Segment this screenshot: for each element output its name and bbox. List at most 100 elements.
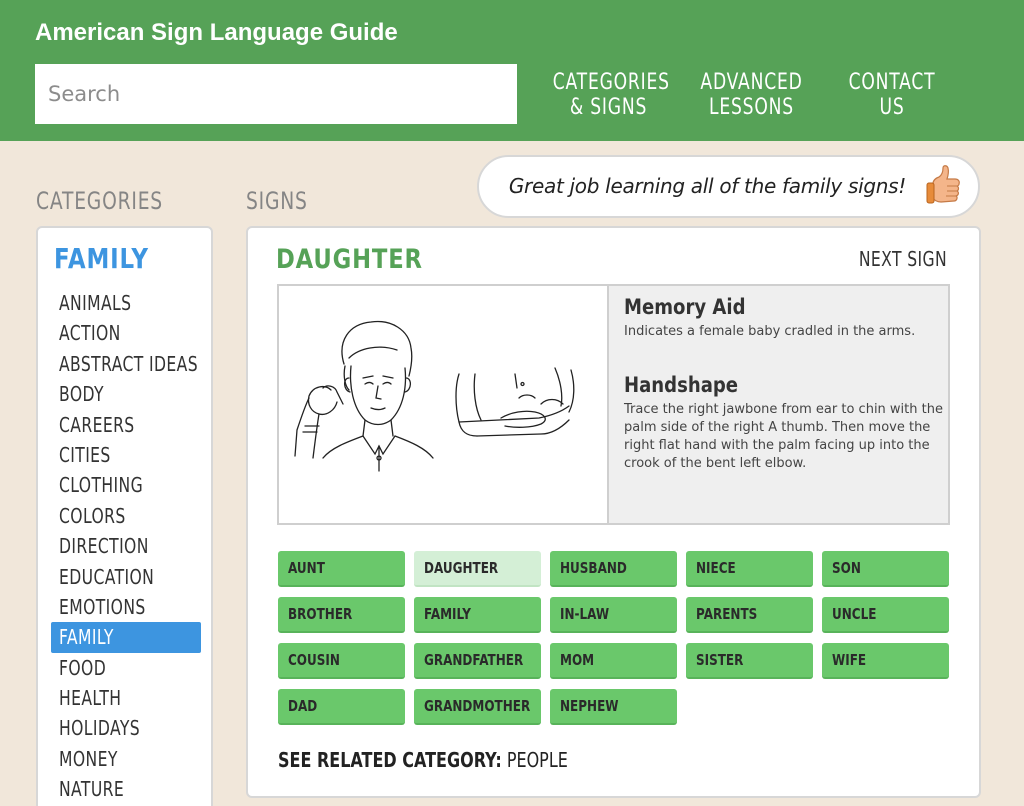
sign-button-label: GRANDMOTHER	[424, 697, 531, 715]
signs-panel: DAUGHTER NEXT SIGN Memory Aid Indicates …	[246, 226, 981, 798]
category-label: HOLIDAYS	[59, 716, 141, 741]
memory-aid-text: Indicates a female baby cradled in the a…	[624, 324, 916, 339]
daughter-sign-drawing	[294, 320, 575, 472]
nav-label-line1: CONTACT	[848, 70, 936, 95]
sign-button-label: PARENTS	[696, 605, 758, 623]
category-item[interactable]: BODY	[51, 379, 201, 409]
category-item[interactable]: CLOTHING	[51, 470, 201, 500]
thumbs-up-icon	[926, 165, 960, 204]
category-item[interactable]: CAREERS	[51, 410, 201, 440]
category-item[interactable]: ANIMALS	[51, 288, 201, 318]
category-item[interactable]: ABSTRACT IDEAS	[51, 349, 201, 379]
category-item[interactable]: EMOTIONS	[51, 592, 201, 622]
category-label: EMOTIONS	[59, 594, 146, 619]
praise-text: Great job learning all of the family sig…	[508, 174, 906, 198]
category-label: CLOTHING	[59, 473, 144, 498]
sign-button[interactable]: NIECE	[686, 551, 813, 587]
current-category-title: FAMILY	[54, 242, 149, 275]
category-label: CAREERS	[59, 412, 135, 437]
nav-label-line2: & SIGNS	[569, 95, 648, 120]
category-item[interactable]: HEALTH	[51, 683, 201, 713]
nav-advanced-lessons[interactable]: ADVANCED LESSONS	[700, 70, 804, 120]
sign-button-label: DAUGHTER	[424, 559, 499, 577]
nav-label-line1: ADVANCED	[700, 70, 803, 95]
sign-button-label: FAMILY	[424, 605, 471, 623]
handshape-heading: Handshape	[624, 373, 739, 397]
sign-button-label: SON	[832, 559, 861, 577]
sign-button[interactable]: FAMILY	[414, 597, 541, 633]
category-item[interactable]: COLORS	[51, 501, 201, 531]
sign-buttons-grid: AUNT DAUGHTER HUSBAND NIECE SON BROTHER FAMILY…	[278, 551, 953, 725]
sign-button[interactable]: BROTHER	[278, 597, 405, 633]
sign-button[interactable]: NEPHEW	[550, 689, 677, 725]
sign-button[interactable]: SON	[822, 551, 949, 587]
sign-button-label: COUSIN	[288, 651, 340, 669]
related-category-link[interactable]: PEOPLE	[507, 748, 568, 772]
sign-button-label: HUSBAND	[560, 559, 627, 577]
category-item[interactable]: CITIES	[51, 440, 201, 470]
sign-button-label: IN-LAW	[560, 605, 610, 623]
category-label: FAMILY	[59, 625, 114, 650]
site-header: American Sign Language Guide CATEGORIES …	[0, 0, 1024, 141]
sign-button[interactable]: DAD	[278, 689, 405, 725]
sign-button-label: MOM	[560, 651, 595, 669]
category-item[interactable]: FOOD	[51, 653, 201, 683]
category-item[interactable]: FAMILY	[51, 622, 201, 653]
sign-button[interactable]: GRANDMOTHER	[414, 689, 541, 725]
categories-panel: FAMILY ANIMALS ACTION ABSTRACT IDEAS BODY CA…	[36, 226, 213, 806]
sign-button-label: AUNT	[288, 559, 325, 577]
site-title[interactable]: American Sign Language Guide	[35, 19, 398, 47]
category-item[interactable]: EDUCATION	[51, 562, 201, 592]
sign-illustration	[279, 286, 607, 523]
sign-button[interactable]: HUSBAND	[550, 551, 677, 587]
sign-button[interactable]: DAUGHTER	[414, 551, 541, 587]
sign-button-label: WIFE	[832, 651, 867, 669]
category-label: ACTION	[59, 321, 121, 346]
sign-title: DAUGHTER	[276, 244, 423, 275]
sign-info: Memory Aid Indicates a female baby cradl…	[607, 286, 948, 523]
sign-button[interactable]: MOM	[550, 643, 677, 679]
sign-button[interactable]: SISTER	[686, 643, 813, 679]
sign-button[interactable]: PARENTS	[686, 597, 813, 633]
category-label: DIRECTION	[59, 534, 149, 559]
sign-button-label: GRANDFATHER	[424, 651, 524, 669]
category-list: ANIMALS ACTION ABSTRACT IDEAS BODY CAREERS CI…	[51, 288, 201, 805]
category-item[interactable]: HOLIDAYS	[51, 713, 201, 743]
category-label: COLORS	[59, 503, 126, 528]
sign-button[interactable]: GRANDFATHER	[414, 643, 541, 679]
category-label: EDUCATION	[59, 564, 155, 589]
sign-button-label: SISTER	[696, 651, 744, 669]
sign-button[interactable]: COUSIN	[278, 643, 405, 679]
category-item[interactable]: DIRECTION	[51, 531, 201, 561]
category-label: NATURE	[59, 777, 125, 802]
related-category: SEE RELATED CATEGORY: PEOPLE	[278, 748, 568, 772]
related-label: SEE RELATED CATEGORY:	[278, 748, 502, 772]
next-sign-link[interactable]: NEXT SIGN	[859, 247, 947, 271]
category-label: HEALTH	[59, 686, 122, 711]
signs-heading: SIGNS	[246, 187, 308, 215]
search-input[interactable]	[35, 64, 517, 124]
handshape-text: Trace the right jawbone from ear to chin…	[624, 402, 943, 471]
category-label: FOOD	[59, 655, 107, 680]
sign-card: Memory Aid Indicates a female baby cradl…	[277, 284, 950, 525]
memory-aid-heading: Memory Aid	[624, 295, 746, 319]
nav-label-line2: US	[879, 95, 905, 120]
nav-contact-us[interactable]: CONTACT US	[844, 70, 941, 120]
nav-label-line2: LESSONS	[709, 95, 794, 120]
sign-button-label: BROTHER	[288, 605, 353, 623]
category-item[interactable]: MONEY	[51, 744, 201, 774]
sign-button-label: DAD	[288, 697, 318, 715]
category-label: BODY	[59, 382, 104, 407]
category-label: CITIES	[59, 442, 111, 467]
category-item[interactable]: NATURE	[51, 774, 201, 804]
sign-button[interactable]: AUNT	[278, 551, 405, 587]
nav-categories-signs[interactable]: CATEGORIES & SIGNS	[552, 70, 670, 120]
sign-button[interactable]: WIFE	[822, 643, 949, 679]
sign-button-label: NEPHEW	[560, 697, 619, 715]
sign-button-label: UNCLE	[832, 605, 877, 623]
sign-button[interactable]: UNCLE	[822, 597, 949, 633]
sign-button[interactable]: IN-LAW	[550, 597, 677, 633]
category-label: MONEY	[59, 746, 118, 771]
nav-label-line1: CATEGORIES	[552, 70, 670, 95]
category-item[interactable]: ACTION	[51, 318, 201, 348]
